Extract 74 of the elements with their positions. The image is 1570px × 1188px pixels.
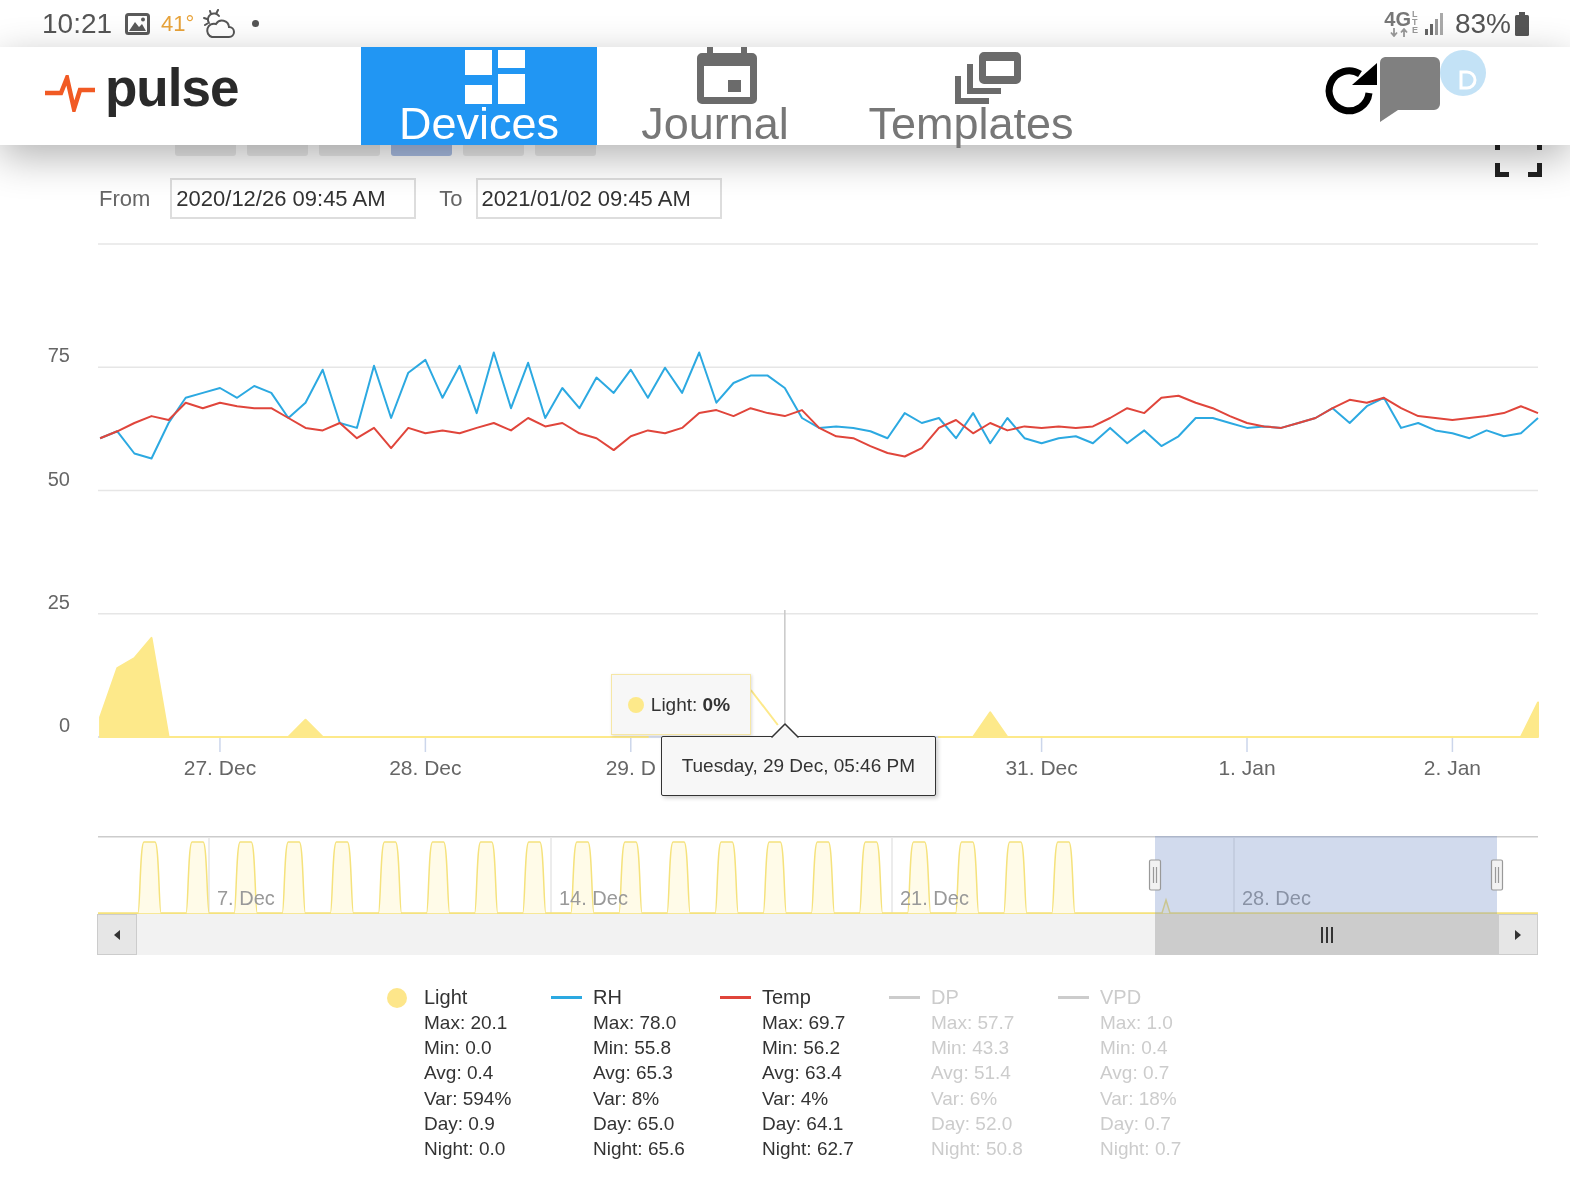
calendar-icon xyxy=(697,47,757,104)
selected-range[interactable] xyxy=(1155,836,1497,914)
legend-stat: Var: 4% xyxy=(762,1086,829,1111)
stacked-windows-icon xyxy=(955,52,1021,104)
chat-bubble-icon[interactable] xyxy=(1378,57,1440,122)
scroll-right-button[interactable] xyxy=(1498,914,1538,955)
range-handle[interactable] xyxy=(1490,859,1504,891)
tooltip-connector xyxy=(749,689,779,726)
legend-stat: Avg: 0.4 xyxy=(424,1061,494,1086)
axis-label: 0 xyxy=(58,714,70,736)
field-label: From xyxy=(99,185,151,212)
axis-label: 27. Dec xyxy=(183,756,257,779)
range-button[interactable] xyxy=(175,145,236,156)
battery-level: 83% xyxy=(1454,7,1511,40)
network-type: 4G xyxy=(1384,10,1411,28)
fullscreen-icon[interactable] xyxy=(1495,145,1542,177)
legend-stat: Avg: 65.3 xyxy=(593,1061,673,1086)
legend-stat: Max: 69.7 xyxy=(762,1011,846,1035)
signal-icon xyxy=(1424,12,1445,35)
pointer-icon xyxy=(770,723,799,738)
network-subtype: LTE xyxy=(1411,10,1419,34)
grip-icon xyxy=(1320,926,1333,943)
legend-item[interactable]: RH xyxy=(593,985,622,1010)
date-field[interactable]: 2021/01/02 09:45 AM xyxy=(475,178,722,219)
axis-label: 29. D xyxy=(605,756,656,779)
legend-stat: Var: 8% xyxy=(593,1086,660,1111)
tooltip: Tuesday, 29 Dec, 05:46 PM xyxy=(660,736,936,796)
data-arrows-icon xyxy=(1388,28,1409,37)
legend-stat: Var: 594% xyxy=(424,1086,512,1111)
range-button[interactable] xyxy=(319,145,380,156)
image-icon xyxy=(125,12,151,35)
legend-stat: Night: 62.7 xyxy=(762,1137,854,1161)
axis-label: 25 xyxy=(47,590,70,613)
legend-stat: Avg: 63.4 xyxy=(762,1061,842,1086)
range-button[interactable] xyxy=(247,145,308,156)
range-button[interactable] xyxy=(535,145,596,156)
weather-icon xyxy=(203,8,236,39)
legend-stat: Day: 64.1 xyxy=(762,1111,844,1136)
axis-label: 28. Dec xyxy=(1242,887,1311,909)
field-label: To xyxy=(439,185,463,212)
legend-stat: Min: 56.2 xyxy=(762,1036,841,1061)
legend-stat: Min: 55.8 xyxy=(593,1036,672,1061)
clock-time: 10:21 xyxy=(42,7,113,40)
scrollbar-thumb[interactable] xyxy=(1155,914,1498,955)
battery-icon xyxy=(1515,11,1529,36)
heartbeat-icon xyxy=(45,75,95,112)
caret-left-icon xyxy=(114,929,120,940)
legend-stat: Day: 0.9 xyxy=(424,1111,495,1136)
nav-tab[interactable]: Journal xyxy=(597,47,833,145)
temperature: 41° xyxy=(161,10,195,37)
axis-label: 2. Jan xyxy=(1423,756,1481,779)
legend-item[interactable]: Light xyxy=(424,985,468,1010)
axis-label: 28. Dec xyxy=(389,756,462,779)
range-button[interactable] xyxy=(391,145,452,156)
axis-label: 31. Dec xyxy=(1005,756,1078,779)
caret-right-icon xyxy=(1515,929,1521,940)
legend-stat: Min: 0.0 xyxy=(424,1036,492,1061)
range-handle[interactable] xyxy=(1148,859,1162,891)
legend-stat: Night: 0.0 xyxy=(424,1137,506,1161)
dashboard-icon xyxy=(465,50,525,104)
legend-stat: Night: 65.6 xyxy=(593,1137,685,1161)
legend-stat: Max: 78.0 xyxy=(593,1011,677,1035)
axis-label: 50 xyxy=(47,467,70,490)
scroll-left-button[interactable] xyxy=(97,914,137,955)
date-field[interactable]: 2020/12/26 09:45 AM xyxy=(170,178,417,219)
legend-stat: Max: 20.1 xyxy=(424,1011,508,1035)
range-button[interactable] xyxy=(463,145,524,156)
legend-item[interactable]: Temp xyxy=(762,985,811,1010)
axis-label: 75 xyxy=(47,344,70,367)
legend-stat: Day: 65.0 xyxy=(593,1111,675,1136)
notification-dot-icon xyxy=(252,20,260,27)
tooltip-text: Light: 0% xyxy=(650,692,731,717)
floating-bubble-icon[interactable] xyxy=(1440,50,1486,96)
axis-label: 1. Jan xyxy=(1218,756,1276,779)
